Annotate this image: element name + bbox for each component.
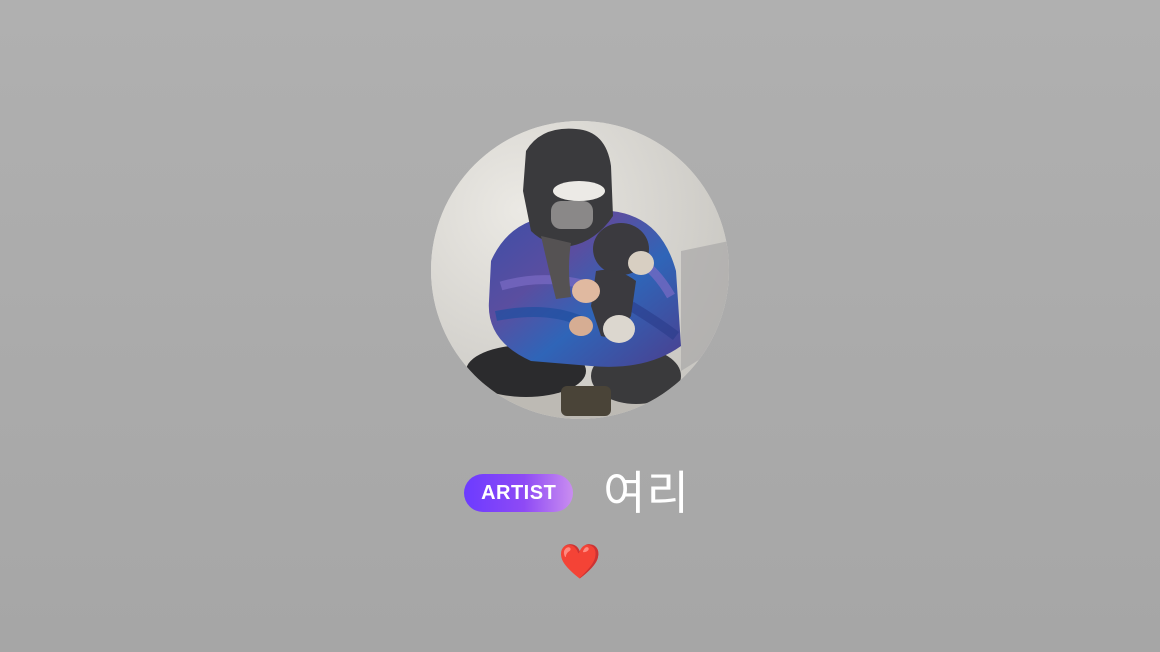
artist-profile: ARTIST 여리 ❤️ xyxy=(0,0,1160,652)
status-emoji: ❤️ xyxy=(0,540,1160,584)
avatar-photo xyxy=(431,121,729,419)
artist-badge-label: ARTIST xyxy=(481,481,557,504)
artist-badge: ARTIST xyxy=(464,474,574,512)
profile-avatar[interactable] xyxy=(431,121,729,419)
name-row: ARTIST 여리 xyxy=(0,462,1160,524)
display-name: 여리 xyxy=(603,466,690,520)
heart-icon: ❤️ xyxy=(558,542,602,582)
